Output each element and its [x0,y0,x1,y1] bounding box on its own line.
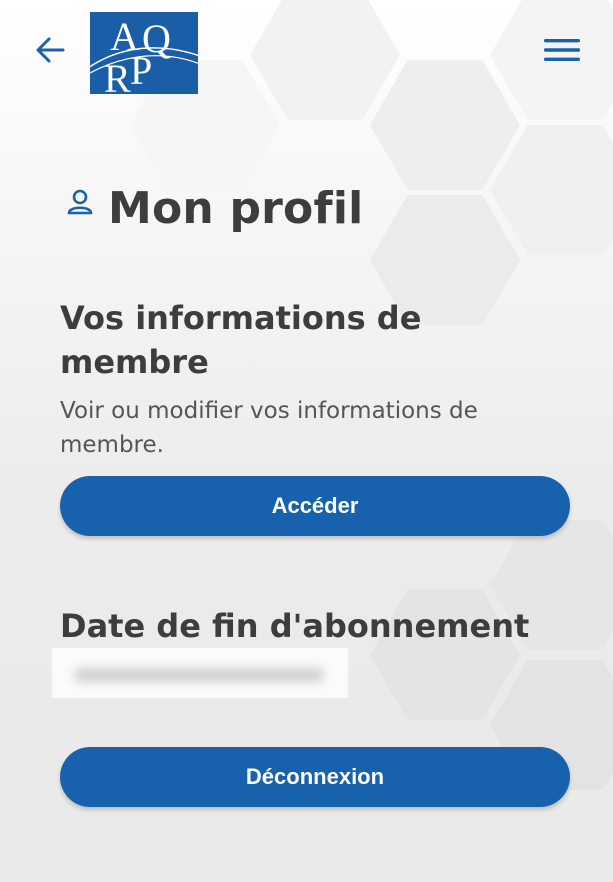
profile-title-row: Mon profil [66,178,363,238]
back-arrow-icon [36,37,65,63]
hamburger-menu-icon [544,39,580,61]
svg-text:R: R [104,56,131,94]
member-info-heading: Vos informations de membre [60,299,422,381]
menu-button[interactable] [540,32,584,68]
logout-button[interactable]: Déconnexion [60,747,570,807]
subscription-end-date-redacted [52,648,348,698]
page-title: Mon profil [108,182,364,234]
person-outline-icon [67,189,93,215]
access-button[interactable]: Accéder [60,476,570,536]
member-info-description: Voir ou modifier vos informations de mem… [60,398,478,458]
aqrp-logo: A Q R P [87,12,201,101]
app-header: A Q R P [0,0,613,101]
subscription-end-heading: Date de fin d'abonnement [60,607,530,645]
back-button[interactable] [30,30,70,70]
svg-text:P: P [130,48,152,93]
